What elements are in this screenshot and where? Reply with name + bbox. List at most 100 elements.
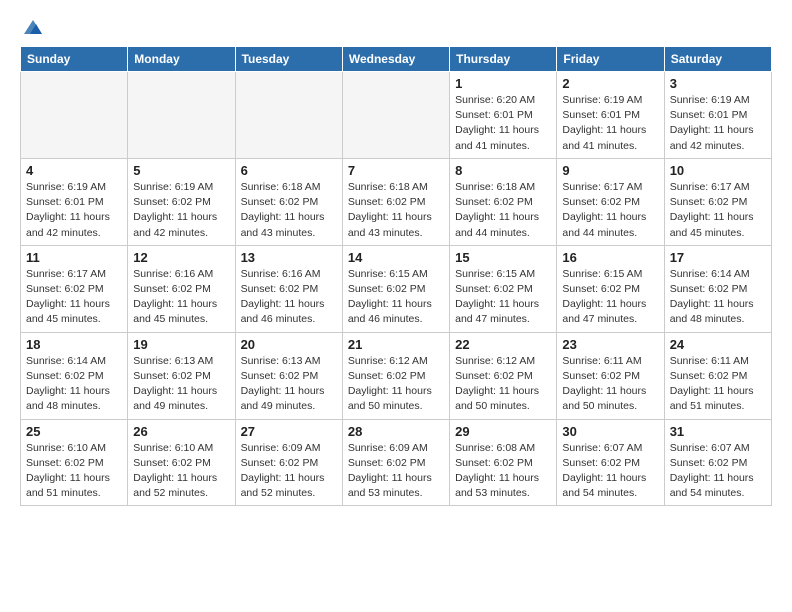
day-info: Sunrise: 6:11 AMSunset: 6:02 PMDaylight:… — [562, 354, 658, 415]
day-info: Sunrise: 6:10 AMSunset: 6:02 PMDaylight:… — [133, 441, 229, 502]
day-info: Sunrise: 6:17 AMSunset: 6:02 PMDaylight:… — [562, 180, 658, 241]
day-number: 27 — [241, 424, 337, 439]
col-header-thursday: Thursday — [450, 47, 557, 72]
calendar-cell: 8Sunrise: 6:18 AMSunset: 6:02 PMDaylight… — [450, 158, 557, 245]
day-info: Sunrise: 6:16 AMSunset: 6:02 PMDaylight:… — [241, 267, 337, 328]
calendar-cell: 19 Sunrise: 6:13 AMSunset: 6:02 PMDayligh… — [128, 332, 235, 419]
day-info: Sunrise: 6:09 AMSunset: 6:02 PMDaylight:… — [348, 441, 444, 502]
day-info: Sunrise: 6:10 AMSunset: 6:02 PMDaylight:… — [26, 441, 122, 502]
day-number: 24 — [670, 337, 766, 352]
logo — [20, 16, 44, 38]
calendar-cell — [235, 72, 342, 159]
logo-icon — [22, 16, 44, 38]
day-info: Sunrise: 6:19 AMSunset: 6:01 PMDaylight:… — [670, 93, 766, 154]
calendar-cell: 15 Sunrise: 6:15 AMSunset: 6:02 PMDayligh… — [450, 245, 557, 332]
day-number: 6 — [241, 163, 337, 178]
calendar-cell: 17Sunrise: 6:14 AMSunset: 6:02 PMDayligh… — [664, 245, 771, 332]
calendar-cell: 4 Sunrise: 6:19 AMSunset: 6:01 PMDaylight… — [21, 158, 128, 245]
day-number: 18 — [26, 337, 122, 352]
day-info: Sunrise: 6:11 AMSunset: 6:02 PMDaylight:… — [670, 354, 766, 415]
calendar-cell: 30Sunrise: 6:07 AMSunset: 6:02 PMDayligh… — [557, 419, 664, 506]
calendar-cell: 11Sunrise: 6:17 AMSunset: 6:02 PMDayligh… — [21, 245, 128, 332]
calendar-cell — [342, 72, 449, 159]
day-info: Sunrise: 6:09 AMSunset: 6:02 PMDaylight:… — [241, 441, 337, 502]
calendar-cell: 28 Sunrise: 6:09 AMSunset: 6:02 PMDayligh… — [342, 419, 449, 506]
calendar-cell: 2 Sunrise: 6:19 AMSunset: 6:01 PMDaylight… — [557, 72, 664, 159]
day-number: 2 — [562, 76, 658, 91]
calendar-cell: 18 Sunrise: 6:14 AMSunset: 6:02 PMDayligh… — [21, 332, 128, 419]
day-number: 29 — [455, 424, 551, 439]
day-info: Sunrise: 6:19 AMSunset: 6:01 PMDaylight:… — [562, 93, 658, 154]
day-info: Sunrise: 6:15 AMSunset: 6:02 PMDaylight:… — [455, 267, 551, 328]
day-info: Sunrise: 6:18 AMSunset: 6:02 PMDaylight:… — [455, 180, 551, 241]
calendar-cell: 14 Sunrise: 6:15 AMSunset: 6:02 PMDayligh… — [342, 245, 449, 332]
day-info: Sunrise: 6:15 AMSunset: 6:02 PMDaylight:… — [562, 267, 658, 328]
col-header-friday: Friday — [557, 47, 664, 72]
calendar-cell: 25 Sunrise: 6:10 AMSunset: 6:02 PMDayligh… — [21, 419, 128, 506]
calendar: SundayMondayTuesdayWednesdayThursdayFrid… — [20, 46, 772, 506]
day-info: Sunrise: 6:12 AMSunset: 6:02 PMDaylight:… — [455, 354, 551, 415]
day-number: 13 — [241, 250, 337, 265]
day-number: 5 — [133, 163, 229, 178]
calendar-cell: 22 Sunrise: 6:12 AMSunset: 6:02 PMDayligh… — [450, 332, 557, 419]
day-number: 21 — [348, 337, 444, 352]
day-info: Sunrise: 6:18 AMSunset: 6:02 PMDaylight:… — [348, 180, 444, 241]
day-number: 4 — [26, 163, 122, 178]
calendar-cell: 13 Sunrise: 6:16 AMSunset: 6:02 PMDayligh… — [235, 245, 342, 332]
col-header-sunday: Sunday — [21, 47, 128, 72]
day-info: Sunrise: 6:14 AMSunset: 6:02 PMDaylight:… — [670, 267, 766, 328]
day-number: 7 — [348, 163, 444, 178]
col-header-wednesday: Wednesday — [342, 47, 449, 72]
calendar-cell — [21, 72, 128, 159]
day-info: Sunrise: 6:15 AMSunset: 6:02 PMDaylight:… — [348, 267, 444, 328]
calendar-cell: 3 Sunrise: 6:19 AMSunset: 6:01 PMDaylight… — [664, 72, 771, 159]
calendar-cell: 20 Sunrise: 6:13 AMSunset: 6:02 PMDayligh… — [235, 332, 342, 419]
calendar-cell: 9Sunrise: 6:17 AMSunset: 6:02 PMDaylight… — [557, 158, 664, 245]
day-info: Sunrise: 6:07 AMSunset: 6:02 PMDaylight:… — [562, 441, 658, 502]
day-number: 22 — [455, 337, 551, 352]
week-row-3: 11Sunrise: 6:17 AMSunset: 6:02 PMDayligh… — [21, 245, 772, 332]
day-info: Sunrise: 6:14 AMSunset: 6:02 PMDaylight:… — [26, 354, 122, 415]
col-header-monday: Monday — [128, 47, 235, 72]
calendar-cell: 5Sunrise: 6:19 AMSunset: 6:02 PMDaylight… — [128, 158, 235, 245]
calendar-cell: 6 Sunrise: 6:18 AMSunset: 6:02 PMDaylight… — [235, 158, 342, 245]
calendar-header-row: SundayMondayTuesdayWednesdayThursdayFrid… — [21, 47, 772, 72]
day-number: 26 — [133, 424, 229, 439]
day-info: Sunrise: 6:12 AMSunset: 6:02 PMDaylight:… — [348, 354, 444, 415]
day-number: 1 — [455, 76, 551, 91]
day-number: 14 — [348, 250, 444, 265]
calendar-cell: 21 Sunrise: 6:12 AMSunset: 6:02 PMDayligh… — [342, 332, 449, 419]
day-number: 12 — [133, 250, 229, 265]
day-number: 28 — [348, 424, 444, 439]
day-number: 20 — [241, 337, 337, 352]
day-info: Sunrise: 6:08 AMSunset: 6:02 PMDaylight:… — [455, 441, 551, 502]
day-info: Sunrise: 6:19 AMSunset: 6:01 PMDaylight:… — [26, 180, 122, 241]
day-number: 10 — [670, 163, 766, 178]
day-number: 19 — [133, 337, 229, 352]
calendar-cell: 1 Sunrise: 6:20 AMSunset: 6:01 PMDaylight… — [450, 72, 557, 159]
day-number: 11 — [26, 250, 122, 265]
calendar-cell — [128, 72, 235, 159]
col-header-tuesday: Tuesday — [235, 47, 342, 72]
day-number: 15 — [455, 250, 551, 265]
calendar-cell: 27 Sunrise: 6:09 AMSunset: 6:02 PMDayligh… — [235, 419, 342, 506]
calendar-cell: 26 Sunrise: 6:10 AMSunset: 6:02 PMDayligh… — [128, 419, 235, 506]
calendar-cell: 31Sunrise: 6:07 AMSunset: 6:02 PMDayligh… — [664, 419, 771, 506]
day-number: 3 — [670, 76, 766, 91]
day-number: 16 — [562, 250, 658, 265]
calendar-cell: 16 Sunrise: 6:15 AMSunset: 6:02 PMDayligh… — [557, 245, 664, 332]
week-row-4: 18 Sunrise: 6:14 AMSunset: 6:02 PMDayligh… — [21, 332, 772, 419]
day-info: Sunrise: 6:13 AMSunset: 6:02 PMDaylight:… — [241, 354, 337, 415]
calendar-cell: 12Sunrise: 6:16 AMSunset: 6:02 PMDayligh… — [128, 245, 235, 332]
day-info: Sunrise: 6:13 AMSunset: 6:02 PMDaylight:… — [133, 354, 229, 415]
day-number: 31 — [670, 424, 766, 439]
day-number: 23 — [562, 337, 658, 352]
page: SundayMondayTuesdayWednesdayThursdayFrid… — [0, 0, 792, 522]
calendar-cell: 23 Sunrise: 6:11 AMSunset: 6:02 PMDayligh… — [557, 332, 664, 419]
week-row-2: 4 Sunrise: 6:19 AMSunset: 6:01 PMDaylight… — [21, 158, 772, 245]
day-info: Sunrise: 6:18 AMSunset: 6:02 PMDaylight:… — [241, 180, 337, 241]
day-info: Sunrise: 6:20 AMSunset: 6:01 PMDaylight:… — [455, 93, 551, 154]
day-number: 25 — [26, 424, 122, 439]
calendar-cell: 7 Sunrise: 6:18 AMSunset: 6:02 PMDaylight… — [342, 158, 449, 245]
week-row-5: 25 Sunrise: 6:10 AMSunset: 6:02 PMDayligh… — [21, 419, 772, 506]
